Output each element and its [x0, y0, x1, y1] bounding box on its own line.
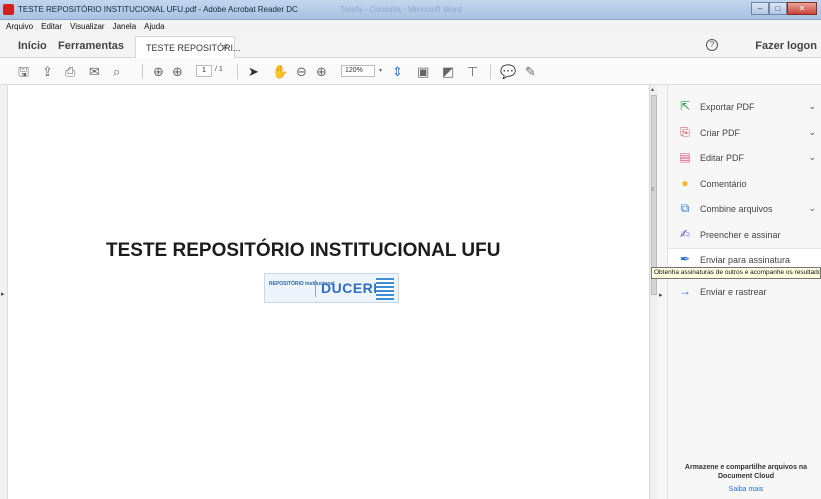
- vertical-scrollbar[interactable]: ▴ ≡: [649, 85, 657, 499]
- toolbar-divider: [237, 64, 238, 79]
- tool-edit-pdf[interactable]: ▤ Editar PDF ⌄: [668, 147, 821, 169]
- tool-comment[interactable]: ● Comentário: [668, 173, 821, 195]
- window-controls: – □ ✕: [751, 2, 817, 15]
- logo-big-text: DUCERE: [321, 280, 384, 296]
- logo-stripes: [376, 278, 394, 300]
- select-arrow-icon[interactable]: ➤: [248, 64, 259, 79]
- tool-label: Preencher e assinar: [700, 230, 781, 240]
- next-page-icon[interactable]: ⊕: [172, 64, 183, 79]
- close-tab-icon[interactable]: ×: [223, 42, 228, 52]
- tool-export-pdf[interactable]: ⇱ Exportar PDF ⌄: [668, 96, 821, 118]
- tool-label: Enviar para assinatura: [700, 255, 791, 265]
- send-track-icon: →: [679, 284, 691, 298]
- zoom-value: 120%: [345, 67, 363, 74]
- help-icon[interactable]: ?: [706, 39, 718, 51]
- close-window-button[interactable]: ✕: [787, 2, 817, 15]
- acrobat-app-icon: [3, 4, 14, 15]
- tool-create-pdf[interactable]: ⎘ Criar PDF ⌄: [668, 122, 821, 144]
- ducere-logo: REPOSITÓRIO Institucional DUCERE: [264, 273, 399, 303]
- send-signature-icon: ✒: [679, 252, 691, 266]
- print-icon[interactable]: ⎙: [65, 64, 75, 79]
- create-pdf-icon: ⎘: [680, 125, 690, 139]
- page-number-input[interactable]: 1: [196, 65, 212, 77]
- maximize-button[interactable]: □: [769, 2, 787, 15]
- save-icon[interactable]: 🖫: [18, 64, 29, 79]
- pen-icon[interactable]: ✎: [525, 64, 536, 79]
- fill-sign-icon: ✍: [679, 227, 691, 241]
- minimize-button[interactable]: –: [751, 2, 769, 15]
- right-pane-toggle[interactable]: ▸: [657, 85, 667, 499]
- logo-divider: [315, 280, 316, 297]
- comment-icon: ●: [681, 176, 689, 190]
- document-heading: TESTE REPOSITÓRIO INSTITUCIONAL UFU: [106, 240, 501, 261]
- scroll-mode-icon[interactable]: ▣: [417, 64, 429, 79]
- tab-home[interactable]: Início: [18, 40, 47, 52]
- tool-label: Enviar e rastrear: [700, 287, 767, 297]
- background-window-title: Tarefa - Consulta - Microsoft Word: [340, 5, 462, 14]
- tool-label: Editar PDF: [700, 153, 745, 163]
- zoom-in-icon[interactable]: ⊕: [316, 64, 327, 79]
- sign-in-link[interactable]: Fazer logon: [755, 40, 817, 52]
- tool-send-track[interactable]: → Enviar e rastrear: [668, 281, 821, 303]
- tooltip: Obtenha assinaturas de outros e acompanh…: [651, 267, 821, 279]
- fullscreen-icon[interactable]: ◩: [442, 64, 454, 79]
- toolbar-divider: [142, 64, 143, 79]
- mail-icon[interactable]: ✉: [89, 64, 100, 79]
- prev-page-icon[interactable]: ⊕: [153, 64, 164, 79]
- menu-visualizar[interactable]: Visualizar: [70, 20, 105, 33]
- zoom-select[interactable]: 120% ▾: [341, 65, 382, 77]
- page-total: / 1: [215, 66, 223, 73]
- chevron-right-icon: ▸: [1, 291, 5, 298]
- tool-combine-files[interactable]: ⧉ Combine arquivos ⌄: [668, 198, 821, 220]
- combine-files-icon: ⧉: [680, 201, 690, 215]
- menu-ajuda[interactable]: Ajuda: [144, 20, 164, 33]
- menu-editar[interactable]: Editar: [41, 20, 62, 33]
- hand-icon[interactable]: ✋: [272, 64, 288, 79]
- window-title: TESTE REPOSITÓRIO INSTITUCIONAL UFU.pdf …: [18, 5, 298, 14]
- chevron-down-icon[interactable]: ⌄: [808, 152, 816, 163]
- toolbar: 🖫 ⇪ ⎙ ✉ ⌕ ⊕ ⊕ 1 / 1 ➤ ✋ ⊖ ⊕ 120% ▾ ⇕ ▣ ◩ …: [0, 58, 821, 85]
- comment-icon[interactable]: 💬: [500, 64, 516, 79]
- stamp-icon[interactable]: ⊤: [467, 64, 478, 79]
- tools-pane: ⇱ Exportar PDF ⌄ ⎘ Criar PDF ⌄ ▤ Editar …: [667, 85, 821, 499]
- tab-tools[interactable]: Ferramentas: [58, 40, 124, 52]
- menu-janela[interactable]: Janela: [113, 20, 137, 33]
- left-pane-toggle[interactable]: ▸: [0, 85, 8, 499]
- upload-icon[interactable]: ⇪: [42, 64, 53, 79]
- tool-label: Criar PDF: [700, 128, 740, 138]
- menu-arquivo[interactable]: Arquivo: [6, 20, 33, 33]
- tab-row: Início Ferramentas TESTE REPOSITÓRI... ×…: [0, 33, 821, 58]
- export-pdf-icon: ⇱: [679, 99, 691, 113]
- zoom-out-icon[interactable]: ⊖: [296, 64, 307, 79]
- tool-fill-sign[interactable]: ✍ Preencher e assinar: [668, 224, 821, 246]
- learn-more-link[interactable]: Saiba mais: [673, 486, 819, 493]
- tab-document[interactable]: TESTE REPOSITÓRI... ×: [135, 36, 241, 58]
- chevron-down-icon[interactable]: ⌄: [808, 101, 816, 112]
- scroll-up-icon[interactable]: ▴: [651, 86, 654, 93]
- chevron-down-icon: ▾: [378, 68, 382, 74]
- chevron-down-icon[interactable]: ⌄: [808, 203, 816, 214]
- menu-bar: Arquivo Editar Visualizar Janela Ajuda: [0, 20, 821, 33]
- search-icon[interactable]: ⌕: [113, 64, 120, 79]
- cloud-promo-text: Armazene e compartilhe arquivos na Docum…: [684, 464, 808, 480]
- toolbar-divider: [490, 64, 491, 79]
- title-bar: TESTE REPOSITÓRIO INSTITUCIONAL UFU.pdf …: [0, 0, 821, 20]
- tool-label: Comentário: [700, 179, 747, 189]
- chevron-right-icon: ▸: [659, 292, 663, 299]
- fit-page-icon[interactable]: ⇕: [392, 64, 403, 79]
- tool-label: Exportar PDF: [700, 102, 755, 112]
- edit-pdf-icon: ▤: [679, 150, 691, 164]
- tool-label: Combine arquivos: [700, 204, 773, 214]
- grip-icon: ≡: [651, 187, 655, 193]
- chevron-down-icon[interactable]: ⌄: [808, 127, 816, 138]
